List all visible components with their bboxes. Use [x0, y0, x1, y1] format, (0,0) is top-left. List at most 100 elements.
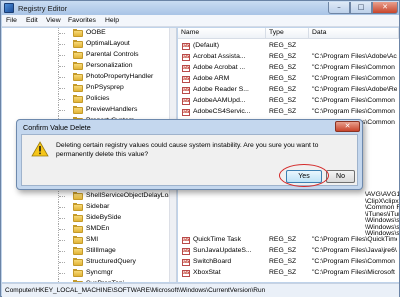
menu-bar: File Edit View Favorites Help [2, 15, 399, 27]
column-header-data[interactable]: Data [309, 28, 399, 39]
menu-help[interactable]: Help [105, 17, 119, 24]
string-value-icon: ab [182, 248, 190, 255]
string-value-icon: ab [182, 54, 190, 61]
status-bar: Computer\HKEY_LOCAL_MACHINE\SOFTWARE\Mic… [2, 283, 399, 297]
tree-item-label: Syncmgr [86, 269, 113, 276]
tree-item[interactable]: SMDEn [2, 224, 176, 235]
string-value-icon: ab [182, 98, 190, 105]
tree-item[interactable]: ShellServiceObjectDelayLoad [2, 191, 176, 202]
menu-view[interactable]: View [46, 17, 61, 24]
tree-item-label: ShellServiceObjectDelayLoad [86, 192, 176, 199]
value-row[interactable]: ab Adobe Acrobat ... REG_SZ "C:\Program Fil… [178, 63, 399, 74]
no-button[interactable]: No [326, 170, 355, 183]
value-row[interactable]: ab QuickTime Task REG_SZ "C:\Program Files\… [178, 235, 399, 246]
value-data: "C:\Program Files\QuickTime [312, 236, 397, 243]
value-type: REG_SZ [269, 97, 297, 104]
tree-item-label: OptimalLayout [86, 40, 130, 47]
folder-icon [73, 259, 83, 266]
tree-connector-line [59, 218, 65, 219]
string-value-icon: ab [182, 109, 190, 116]
tree-item[interactable]: Policies [2, 94, 176, 105]
tree-item[interactable]: SMI [2, 235, 176, 246]
tree-connector-line [59, 273, 65, 274]
dialog-close-button[interactable]: ✕ [335, 121, 360, 132]
yes-button[interactable]: Yes [286, 170, 322, 183]
value-type: REG_SZ [269, 258, 297, 265]
menu-file[interactable]: File [6, 17, 17, 24]
tree-item[interactable]: Personalization [2, 61, 176, 72]
minimize-button[interactable]: – [328, 2, 350, 14]
tree-item[interactable]: OOBE [2, 28, 176, 39]
value-name: XboxStat [193, 269, 221, 276]
tree-connector-line [59, 110, 65, 111]
tree-item-label: PreviewHandlers [86, 106, 138, 113]
tree-item-label: SMDEn [86, 225, 110, 232]
tree-item-label: SideBySide [86, 214, 122, 221]
value-type: REG_SZ [269, 269, 297, 276]
tree-connector-line [59, 99, 65, 100]
column-header-type[interactable]: Type [266, 28, 309, 39]
tree-item[interactable]: StructuredQuery [2, 257, 176, 268]
tree-item[interactable]: SideBySide [2, 213, 176, 224]
tree-item[interactable]: PreviewHandlers [2, 105, 176, 116]
value-type: REG_SZ [269, 236, 297, 243]
dialog-title: Confirm Value Delete [23, 123, 91, 132]
value-row[interactable]: ab SwitchBoard REG_SZ "C:\Program Files\Com… [178, 257, 399, 268]
tree-item[interactable]: OptimalLayout [2, 39, 176, 50]
folder-icon [73, 281, 83, 282]
tree-item[interactable]: Sidebar [2, 202, 176, 213]
folder-icon [73, 204, 83, 211]
string-value-icon: ab [182, 270, 190, 277]
folder-icon [73, 226, 83, 233]
tree-connector-line [59, 262, 65, 263]
value-type: REG_SZ [269, 64, 297, 71]
value-name: Adobe Acrobat ... [193, 64, 246, 71]
tree-item-label: PhotoPropertyHandler [86, 73, 154, 80]
value-name: AdobeCS4Servic... [193, 108, 251, 115]
tree-connector-line [59, 55, 65, 56]
value-row[interactable]: ab AdobeCS4Servic... REG_SZ "C:\Program Fil… [178, 107, 399, 118]
value-row[interactable]: ab SunJavaUpdateS... REG_SZ "C:\Program Fil… [178, 246, 399, 257]
folder-icon [73, 270, 83, 277]
close-button[interactable]: ✕ [372, 2, 398, 14]
tree-item[interactable]: SysPrepTapi [2, 279, 176, 282]
tree-item[interactable]: StillImage [2, 246, 176, 257]
tree-connector-line [59, 33, 65, 34]
menu-edit[interactable]: Edit [26, 17, 38, 24]
value-data: "C:\Program Files\Common F [312, 75, 397, 82]
value-type: REG_SZ [269, 108, 297, 115]
value-row[interactable]: ab Acrobat Assista... REG_SZ "C:\Program Fi… [178, 52, 399, 63]
tree-item-label: SysPrepTapi [86, 280, 124, 282]
tree-item-label: StillImage [86, 247, 116, 254]
value-data: "C:\Program Files\Common F [312, 64, 397, 71]
value-row[interactable]: ab AdobeAAMUpd... REG_SZ "C:\Program Files\… [178, 96, 399, 107]
maximize-button[interactable]: □ [350, 2, 372, 14]
dialog-body: Deleting certain registry values could c… [21, 134, 358, 187]
tree-item[interactable]: PnPSysprep [2, 83, 176, 94]
folder-icon [73, 248, 83, 255]
tree-connector-line [59, 77, 65, 78]
tree-item[interactable]: Parental Controls [2, 50, 176, 61]
tree-item-label: SMI [86, 236, 99, 243]
title-bar[interactable]: Registry Editor – □ ✕ [1, 1, 399, 15]
value-type: REG_SZ [269, 247, 297, 254]
menu-favorites[interactable]: Favorites [68, 17, 96, 24]
value-row[interactable]: ab Adobe ARM REG_SZ "C:\Program Files\Commo… [178, 74, 399, 85]
value-name: Acrobat Assista... [193, 53, 246, 60]
value-name: SunJavaUpdateS... [193, 247, 252, 254]
value-data: "C:\Program Files\Microsoft X [312, 269, 397, 276]
tree-item-label: Policies [86, 95, 110, 102]
tree-connector-line [58, 279, 59, 282]
folder-icon [73, 30, 83, 37]
value-row[interactable]: ab (Default) REG_SZ [178, 41, 399, 52]
tree-connector-line [59, 251, 65, 252]
value-name: AdobeAAMUpd... [193, 97, 246, 104]
value-row[interactable]: ab XboxStat REG_SZ "C:\Program Files\Micros… [178, 268, 399, 279]
value-row[interactable]: ab Adobe Reader S... REG_SZ "C:\Program Fil… [178, 85, 399, 96]
value-name: QuickTime Task [193, 236, 241, 243]
tree-connector-line [59, 207, 65, 208]
tree-item[interactable]: PhotoPropertyHandler [2, 72, 176, 83]
tree-item[interactable]: Syncmgr [2, 268, 176, 279]
folder-icon [73, 41, 83, 48]
column-header-name[interactable]: Name [178, 28, 266, 39]
